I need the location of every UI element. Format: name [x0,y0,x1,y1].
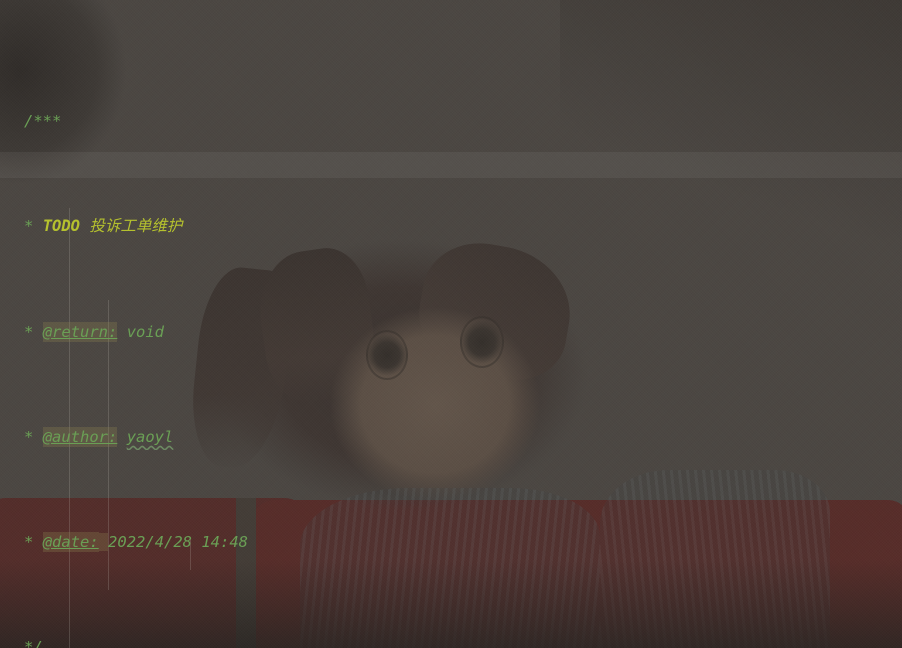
javadoc-tag-date: @date: [42,531,99,552]
code-line-javadoc-close[interactable]: */ [0,634,902,648]
code-editor[interactable]: /*** * TODO 投诉工单维护 * @return: void * @au… [0,0,902,648]
javadoc-value-return: void [126,322,165,341]
code-line-javadoc-open[interactable]: /*** [0,108,902,134]
javadoc-tag-author: @author: [42,426,118,447]
javadoc-star: * [24,532,34,551]
javadoc-close: */ [24,638,43,648]
javadoc-star: * [24,217,34,236]
code-line-javadoc-todo[interactable]: * TODO 投诉工单维护 [0,213,902,239]
javadoc-tag-return: @return: [42,321,118,342]
javadoc-todo-label: TODO [42,217,81,236]
javadoc-open: /*** [24,112,62,131]
javadoc-star: * [24,322,34,341]
code-line-javadoc-date[interactable]: * @date: 2022/4/28 14:48 [0,529,902,555]
javadoc-value-author: yaoyl [126,427,174,446]
code-line-javadoc-return[interactable]: * @return: void [0,319,902,345]
javadoc-todo-text: 投诉工单维护 [89,217,183,236]
javadoc-value-date: 2022/4/28 14:48 [108,532,249,551]
code-line-javadoc-author[interactable]: * @author: yaoyl [0,424,902,450]
code-content[interactable]: /*** * TODO 投诉工单维护 * @return: void * @au… [0,0,902,648]
javadoc-star: * [24,427,34,446]
